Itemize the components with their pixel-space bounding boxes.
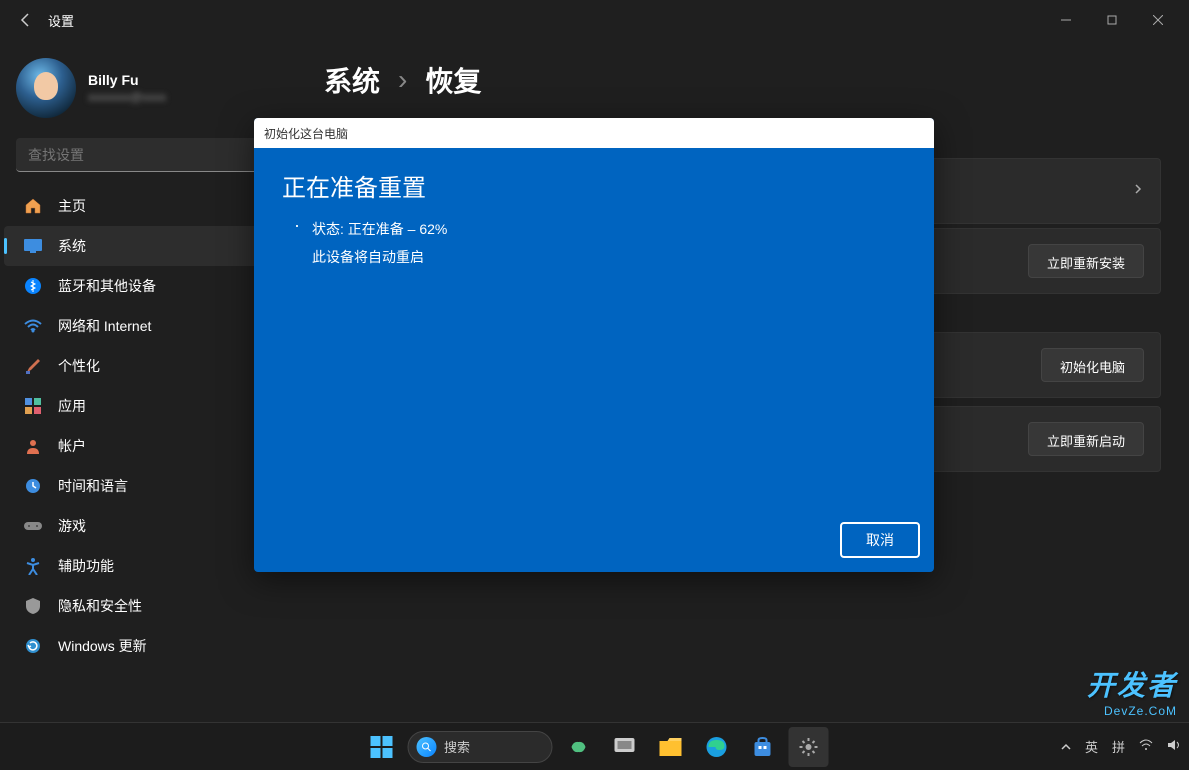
close-button[interactable]: [1135, 4, 1181, 36]
app-title: 设置: [48, 11, 74, 30]
nav-accounts[interactable]: 帐户: [4, 426, 296, 466]
nav-label: 游戏: [58, 516, 86, 536]
chevron-right-icon: ›: [398, 64, 407, 96]
modal-heading: 正在准备重置: [282, 168, 906, 203]
window-controls: [1043, 4, 1181, 36]
search-icon: [416, 737, 436, 757]
breadcrumb-leaf: 恢复: [425, 60, 481, 100]
breadcrumb-root[interactable]: 系统: [324, 60, 380, 100]
user-email: xxxxxxx@xxxx: [88, 90, 166, 104]
wifi-icon: [24, 317, 42, 335]
modal-restart-msg: 此设备将自动重启: [312, 247, 906, 267]
avatar: [16, 58, 76, 118]
nav-label: 系统: [58, 236, 86, 256]
user-name: Billy Fu: [88, 72, 166, 88]
nav-time[interactable]: 时间和语言: [4, 466, 296, 506]
nav-accessibility[interactable]: 辅助功能: [4, 546, 296, 586]
nav-label: 时间和语言: [58, 476, 128, 496]
progress-percent: 62%: [419, 221, 447, 237]
nav-home[interactable]: 主页: [4, 186, 296, 226]
copilot-icon[interactable]: [558, 727, 598, 767]
watermark: 开发者 DevZe.CoM: [1087, 664, 1177, 718]
maximize-button[interactable]: [1089, 4, 1135, 36]
nav-label: 网络和 Internet: [58, 316, 151, 336]
nav-label: 隐私和安全性: [58, 596, 142, 616]
edge-icon[interactable]: [696, 727, 736, 767]
home-icon: [24, 197, 42, 215]
restart-now-button[interactable]: 立即重新启动: [1028, 422, 1144, 456]
ime-language[interactable]: 英: [1085, 737, 1098, 756]
modal-titlebar: 初始化这台电脑: [254, 118, 934, 148]
modal-status: 状态: 正在准备 – 62%: [312, 219, 906, 239]
nav-label: 个性化: [58, 356, 100, 376]
nav-update[interactable]: Windows 更新: [4, 626, 296, 666]
ime-mode[interactable]: 拼: [1112, 737, 1125, 756]
nav-label: 应用: [58, 396, 86, 416]
nav-privacy[interactable]: 隐私和安全性: [4, 586, 296, 626]
nav-label: Windows 更新: [58, 636, 147, 656]
reinstall-button[interactable]: 立即重新安装: [1028, 244, 1144, 278]
modal-title: 初始化这台电脑: [264, 125, 348, 142]
reset-modal: 初始化这台电脑 正在准备重置 状态: 正在准备 – 62% 此设备将自动重启 取…: [254, 118, 934, 572]
bluetooth-icon: [24, 277, 42, 295]
reset-pc-button[interactable]: 初始化电脑: [1041, 348, 1144, 382]
store-icon[interactable]: [742, 727, 782, 767]
nav-personalize[interactable]: 个性化: [4, 346, 296, 386]
brush-icon: [24, 357, 42, 375]
minimize-button[interactable]: [1043, 4, 1089, 36]
apps-icon: [24, 397, 42, 415]
nav-apps[interactable]: 应用: [4, 386, 296, 426]
watermark-url: DevZe.CoM: [1087, 704, 1177, 718]
nav-label: 辅助功能: [58, 556, 114, 576]
nav-label: 主页: [58, 196, 86, 216]
taskbar-search-placeholder: 搜索: [444, 737, 470, 756]
start-button[interactable]: [361, 727, 401, 767]
tray-volume-icon[interactable]: [1167, 739, 1181, 754]
watermark-title: 开发者: [1087, 664, 1177, 704]
cancel-button[interactable]: 取消: [840, 522, 920, 558]
taskbar: 搜索 英 拼: [0, 722, 1189, 770]
nav-label: 蓝牙和其他设备: [58, 276, 156, 296]
system-icon: [24, 237, 42, 255]
breadcrumb: 系统 › 恢复: [324, 60, 1161, 100]
nav-gaming[interactable]: 游戏: [4, 506, 296, 546]
game-icon: [24, 517, 42, 535]
nav-bluetooth[interactable]: 蓝牙和其他设备: [4, 266, 296, 306]
system-tray[interactable]: 英 拼: [1061, 737, 1181, 756]
nav-label: 帐户: [58, 436, 86, 456]
settings-icon[interactable]: [788, 727, 828, 767]
account-icon: [24, 437, 42, 455]
back-button[interactable]: [8, 2, 44, 38]
explorer-icon[interactable]: [650, 727, 690, 767]
tray-chevron-icon[interactable]: [1061, 739, 1071, 754]
time-icon: [24, 477, 42, 495]
titlebar: 设置: [0, 0, 1189, 40]
accessibility-icon: [24, 557, 42, 575]
tray-network-icon[interactable]: [1139, 739, 1153, 754]
chevron-right-icon: [1132, 182, 1144, 200]
taskbar-search[interactable]: 搜索: [407, 731, 552, 763]
update-icon: [24, 637, 42, 655]
search-input[interactable]: [16, 138, 284, 172]
nav-system[interactable]: 系统: [4, 226, 296, 266]
nav-network[interactable]: 网络和 Internet: [4, 306, 296, 346]
shield-icon: [24, 597, 42, 615]
task-view-icon[interactable]: [604, 727, 644, 767]
